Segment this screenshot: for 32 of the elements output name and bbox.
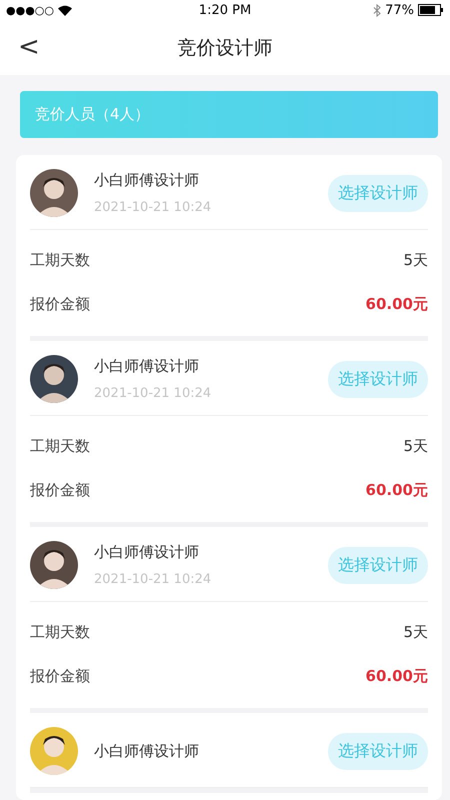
bid-time: 2021-10-21 10:24 bbox=[94, 572, 212, 587]
page-title: 竞价设计师 bbox=[178, 36, 272, 60]
signal-strength: ●●●○○ bbox=[6, 4, 54, 16]
wifi-icon bbox=[58, 4, 72, 16]
designer-name: 小白师傅设计师 bbox=[94, 543, 200, 562]
select-designer-button[interactable]: 选择设计师 bbox=[328, 732, 428, 770]
select-designer-button[interactable]: 选择设计师 bbox=[328, 174, 428, 212]
back-button[interactable]: < bbox=[14, 32, 44, 62]
battery-icon bbox=[418, 4, 444, 16]
price-value: 60.00元 bbox=[366, 294, 428, 314]
designer-name: 小白师傅设计师 bbox=[94, 742, 200, 760]
price-value: 60.00元 bbox=[366, 666, 428, 686]
row-value: 5天 bbox=[403, 622, 428, 642]
row-label: 工期天数 bbox=[30, 250, 90, 270]
clock-time: 1:20 PM bbox=[198, 2, 252, 18]
designer-name: 小白师傅设计师 bbox=[94, 357, 200, 376]
bid-time: 2021-10-21 10:24 bbox=[94, 386, 212, 401]
price-value: 60.00元 bbox=[366, 480, 428, 500]
row-label: 报价金额 bbox=[30, 666, 90, 686]
row-value: 5天 bbox=[403, 250, 428, 270]
row-label: 工期天数 bbox=[30, 436, 90, 456]
designer-name: 小白师傅设计师 bbox=[94, 171, 200, 190]
select-designer-button[interactable]: 选择设计师 bbox=[328, 360, 428, 398]
row-value: 5天 bbox=[403, 436, 428, 456]
bid-time: 2021-10-21 10:24 bbox=[94, 200, 212, 215]
row-label: 报价金额 bbox=[30, 294, 90, 314]
bluetooth-icon bbox=[373, 4, 382, 16]
bidders-count: 竞价人员（4人） bbox=[35, 105, 150, 124]
select-designer-button[interactable]: 选择设计师 bbox=[328, 546, 428, 584]
row-label: 报价金额 bbox=[30, 480, 90, 500]
battery-percent: 77% bbox=[385, 2, 414, 18]
row-label: 工期天数 bbox=[30, 622, 90, 642]
